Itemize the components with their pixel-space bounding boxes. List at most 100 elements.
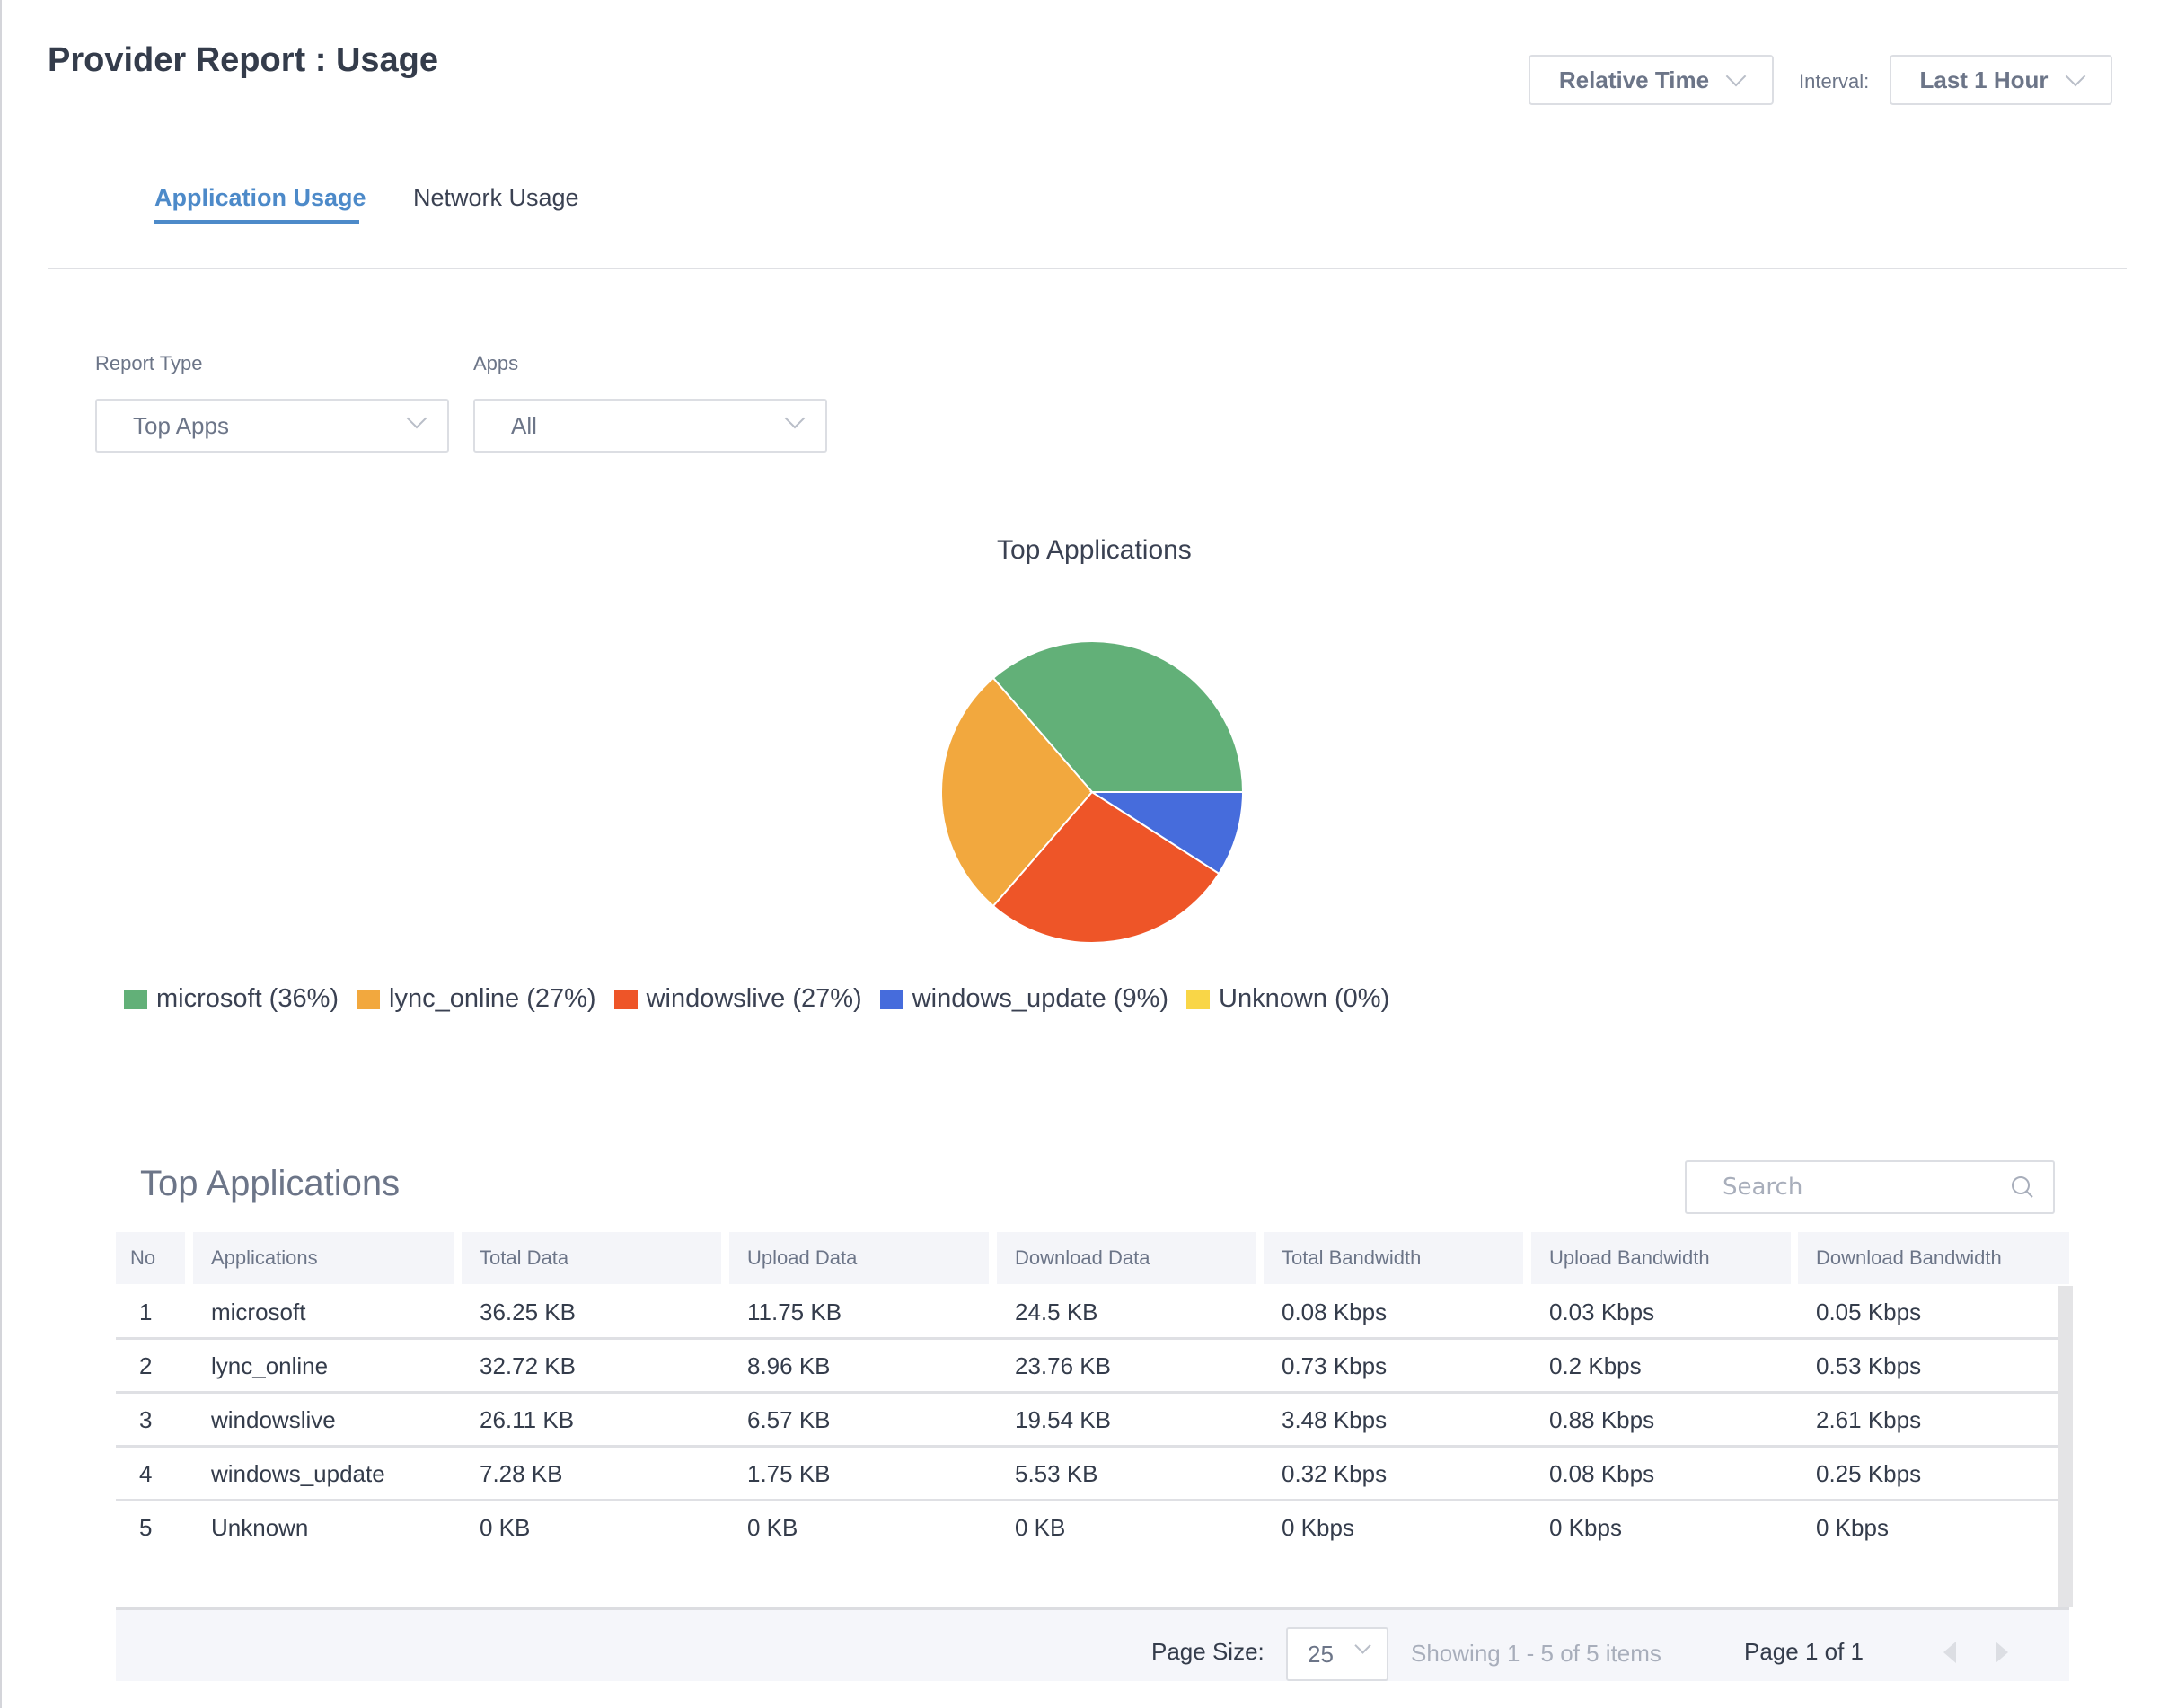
- table-cell: 0.88 Kbps: [1549, 1405, 1655, 1433]
- legend-swatch: [1186, 989, 1211, 1009]
- page-title: Provider Report : Usage: [48, 41, 438, 79]
- showing-items-text: Showing 1 - 5 of 5 items: [1411, 1640, 1661, 1667]
- table-cell: 0.08 Kbps: [1282, 1298, 1388, 1325]
- table-cell: 0.03 Kbps: [1549, 1298, 1655, 1325]
- chevron-down-icon: [1725, 66, 1747, 87]
- table-cell: 3.48 Kbps: [1282, 1405, 1388, 1433]
- search-icon[interactable]: [2010, 1175, 2035, 1200]
- table-cell: 5: [139, 1513, 153, 1541]
- legend-label: windows_update (9%): [912, 984, 1169, 1013]
- legend-swatch: [613, 989, 638, 1009]
- chart-title: Top Applications: [997, 535, 1192, 565]
- report-type-label: Report Type: [95, 352, 203, 374]
- interval-label: Interval:: [1799, 70, 1870, 92]
- page-size-label: Page Size:: [1151, 1638, 1265, 1665]
- table-cell: 0.25 Kbps: [1816, 1459, 1922, 1487]
- table-cell: 0.05 Kbps: [1816, 1298, 1922, 1325]
- table-header: No Applications Total Data Upload Data Downl…: [116, 1232, 2069, 1284]
- apps-value: All: [511, 411, 537, 439]
- table-row[interactable]: 2 lync_online 32.72 KB 8.96 KB 23.76 KB 0.73 …: [116, 1340, 2058, 1394]
- legend-item[interactable]: Unknown (0%): [1186, 984, 1389, 1014]
- page-size-dropdown[interactable]: 25: [1286, 1627, 1388, 1681]
- report-type-value: Top Apps: [133, 411, 229, 439]
- table-row[interactable]: 3 windowslive 26.11 KB 6.57 KB 19.54 KB 3.48 …: [116, 1394, 2058, 1448]
- table-cell: 7.28 KB: [480, 1459, 563, 1487]
- column-header[interactable]: Download Data: [997, 1232, 1256, 1284]
- table-cell: 0.32 Kbps: [1282, 1459, 1388, 1487]
- column-header[interactable]: Total Data: [462, 1232, 721, 1284]
- table-cell: 3: [139, 1405, 153, 1433]
- table-row[interactable]: 4 windows_update 7.28 KB 1.75 KB 5.53 KB 0.32…: [116, 1448, 2058, 1501]
- table-cell: 0 KB: [480, 1513, 531, 1541]
- table-row[interactable]: 1 microsoft 36.25 KB 11.75 KB 24.5 KB 0.08 Kb…: [116, 1286, 2058, 1340]
- apps-dropdown[interactable]: All: [473, 399, 827, 453]
- table-cell: Unknown: [211, 1513, 309, 1541]
- table-cell: 2.61 Kbps: [1816, 1405, 1922, 1433]
- legend-swatch: [357, 989, 381, 1009]
- table-cell: 0.53 Kbps: [1816, 1351, 1922, 1379]
- table-cell: 0 Kbps: [1549, 1513, 1622, 1541]
- table-cell: 0 KB: [747, 1513, 798, 1541]
- chevron-down-icon: [406, 408, 427, 429]
- column-header[interactable]: Download Bandwidth: [1798, 1232, 2069, 1284]
- chart-legend: microsoft (36%) lync_online (27%) windowsl…: [124, 984, 1407, 1014]
- time-mode-dropdown[interactable]: Relative Time: [1529, 55, 1774, 105]
- table-cell: 32.72 KB: [480, 1351, 576, 1379]
- column-header[interactable]: Upload Data: [729, 1232, 989, 1284]
- legend-item[interactable]: windowslive (27%): [613, 984, 862, 1014]
- chevron-down-icon: [784, 408, 806, 429]
- report-type-dropdown[interactable]: Top Apps: [95, 399, 449, 453]
- chevron-down-icon: [2065, 66, 2085, 87]
- search-box[interactable]: [1685, 1160, 2055, 1214]
- tab-network-usage[interactable]: Network Usage: [413, 184, 579, 212]
- legend-item[interactable]: microsoft (36%): [124, 984, 339, 1014]
- legend-label: Unknown (0%): [1219, 984, 1390, 1013]
- table-cell: 0.73 Kbps: [1282, 1351, 1388, 1379]
- legend-item[interactable]: windows_update (9%): [879, 984, 1169, 1014]
- interval-value: Last 1 Hour: [1919, 66, 2049, 93]
- table-cell: 24.5 KB: [1015, 1298, 1098, 1325]
- table-cell: 2: [139, 1351, 153, 1379]
- next-page-button[interactable]: [1996, 1642, 2008, 1663]
- table-title: Top Applications: [140, 1164, 401, 1203]
- chevron-down-icon: [1354, 1637, 1371, 1654]
- apps-label: Apps: [473, 352, 519, 374]
- table-row[interactable]: 5 Unknown 0 KB 0 KB 0 KB 0 Kbps 0 Kbps 0 Kbps: [116, 1501, 2058, 1555]
- tabs-divider: [48, 268, 2127, 269]
- table-cell: windowslive: [211, 1405, 336, 1433]
- page-size-value: 25: [1308, 1640, 1334, 1668]
- table-cell: 5.53 KB: [1015, 1459, 1098, 1487]
- table-cell: 1: [139, 1298, 153, 1325]
- table-cell: 26.11 KB: [480, 1405, 575, 1433]
- table-cell: 36.25 KB: [480, 1298, 576, 1325]
- table-cell: 19.54 KB: [1015, 1405, 1111, 1433]
- page-left-border: [0, 0, 2, 1708]
- table-cell: microsoft: [211, 1298, 306, 1325]
- table-cell: 0.2 Kbps: [1549, 1351, 1642, 1379]
- search-input[interactable]: [1721, 1173, 1994, 1202]
- table-scrollbar[interactable]: [2058, 1286, 2073, 1607]
- table-cell: 8.96 KB: [747, 1351, 831, 1379]
- column-header[interactable]: Total Bandwidth: [1264, 1232, 1523, 1284]
- column-header[interactable]: Applications: [193, 1232, 454, 1284]
- legend-item[interactable]: lync_online (27%): [357, 984, 596, 1014]
- table-cell: 23.76 KB: [1015, 1351, 1111, 1379]
- column-header[interactable]: No: [116, 1232, 185, 1284]
- table-cell: windows_update: [211, 1459, 385, 1487]
- table-cell: lync_online: [211, 1351, 329, 1379]
- table-cell: 0 KB: [1015, 1513, 1066, 1541]
- prev-page-button[interactable]: [1943, 1642, 1956, 1663]
- page-info: Page 1 of 1: [1744, 1638, 1864, 1665]
- table-cell: 11.75 KB: [747, 1298, 842, 1325]
- table-cell: 0 Kbps: [1816, 1513, 1889, 1541]
- table-cell: 1.75 KB: [747, 1459, 831, 1487]
- column-header[interactable]: Upload Bandwidth: [1531, 1232, 1791, 1284]
- legend-label: lync_online (27%): [389, 984, 596, 1013]
- interval-dropdown[interactable]: Last 1 Hour: [1890, 55, 2112, 105]
- legend-label: microsoft (36%): [156, 984, 339, 1013]
- legend-swatch: [879, 989, 903, 1009]
- legend-label: windowslive (27%): [646, 984, 862, 1013]
- table-cell: 4: [139, 1459, 153, 1487]
- tab-application-usage[interactable]: Application Usage: [154, 184, 366, 212]
- table-cell: 6.57 KB: [747, 1405, 831, 1433]
